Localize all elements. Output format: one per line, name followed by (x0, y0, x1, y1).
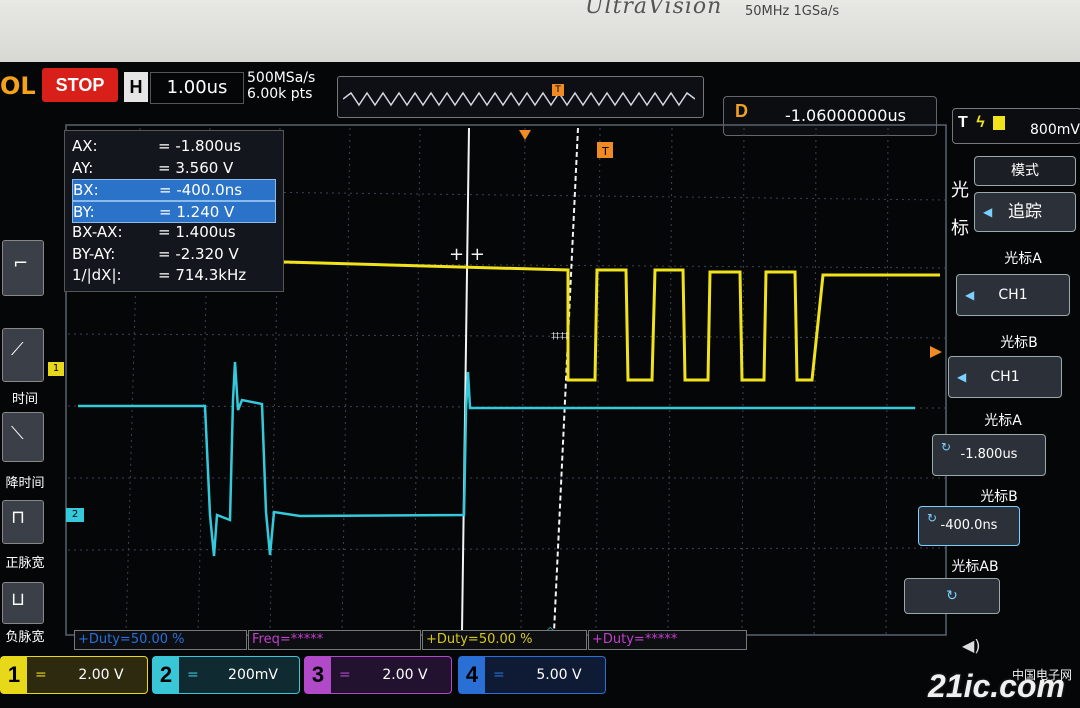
channel-2-scale[interactable]: 2 = 200mV (152, 656, 300, 694)
measure-menu: ⌐ ⟋ 时间 ⟍ 降时间 ⊓ 正脉宽 ⊔ 负脉宽 (0, 120, 52, 650)
cursor-b-title: 光标B (1000, 335, 1038, 351)
readout-value: = -1.800us (158, 137, 242, 155)
readout-value: = -400.0ns (159, 181, 243, 199)
cursor-menu: 光标 模式 ◀ 追踪 光标A ◀ CH1 光标B ◀ CH1 光标A ↻ -1.… (904, 150, 1080, 630)
cursor-readout-row: AY: = 3.560 V (72, 158, 276, 178)
cursor-ab-position[interactable]: ↻ (904, 578, 1000, 614)
cursor-b-pos-title: 光标B (980, 489, 1018, 505)
menu-button-top[interactable]: ⌐ (2, 240, 44, 296)
mode-select[interactable]: ◀ 追踪 (974, 192, 1076, 232)
measurement-item[interactable]: +Duty=50.00 % (74, 630, 247, 650)
channel-number: 1 (1, 657, 27, 693)
channel-3-scale[interactable]: 3 = 2.00 V (304, 656, 452, 694)
readout-value: = 1.240 V (159, 202, 235, 221)
cursor-ab-title: 光标AB (951, 559, 999, 575)
pulse-up-icon: ⌐ (13, 253, 29, 274)
cursor-side-title: 光标 (951, 180, 969, 239)
trigger-position-marker (519, 130, 531, 140)
readout-key: BY: (73, 202, 95, 221)
cursor-a-title: 光标A (1004, 251, 1042, 267)
negative-pulse-icon: ⊔ (11, 589, 26, 610)
knob-icon: ↻ (941, 440, 952, 454)
cursor-readout-row: 1/|dX|: = 714.3kHz (72, 265, 276, 285)
channel-number: 2 (153, 657, 179, 693)
coupling-icon: = (35, 667, 47, 683)
readout-value: = 1.400us (158, 223, 236, 241)
select-arrow-icon: ◀ (965, 288, 975, 302)
readout-key: AY: (72, 158, 94, 177)
menu-button-rise-time[interactable]: ⟋ (2, 328, 44, 382)
measurement-item[interactable]: Freq=***** (248, 630, 421, 650)
fall-time-icon: ⟍ (11, 423, 24, 444)
coupling-icon: = (187, 667, 199, 683)
menu-label-negative-pulse: 负脉宽 (5, 630, 45, 645)
knob-icon: ↻ (946, 588, 958, 604)
cursor-a-pos-title: 光标A (984, 413, 1022, 429)
cursor-readout-row: BY-AY: = -2.320 V (72, 244, 276, 264)
cursor-a-source[interactable]: ◀ CH1 (956, 274, 1070, 316)
readout-key: BX: (73, 181, 99, 199)
ch2-trace (78, 361, 915, 557)
channel-scale-value: 5.00 V (536, 667, 582, 683)
select-arrow-icon: ◀ (957, 370, 967, 384)
menu-label-positive-pulse: 正脉宽 (5, 556, 45, 571)
sound-icon[interactable]: ◀) (962, 636, 981, 655)
rise-time-icon: ⟋ (11, 339, 24, 360)
cursor-readout-row: BX: = -400.0ns (72, 179, 276, 201)
measurement-item[interactable]: +Duty=***** (588, 630, 747, 650)
channel-scale-value: 2.00 V (382, 667, 428, 683)
cursor-readout-row: BY: = 1.240 V (72, 200, 276, 223)
channel-4-scale[interactable]: 4 = 5.00 V (458, 656, 606, 694)
menu-label-fall-time: 降时间 (5, 476, 45, 491)
menu-button-negative-pulse[interactable]: ⊔ (2, 582, 44, 624)
readout-key: BY-AY: (72, 244, 116, 263)
readout-value: = 714.3kHz (158, 266, 247, 284)
cursor-a-position[interactable]: ↻ -1.800us (932, 434, 1046, 476)
channel-scale-value: 200mV (228, 667, 278, 683)
measurement-item[interactable]: +Duty=50.00 % (422, 630, 587, 650)
coupling-icon: = (493, 667, 505, 683)
channel-scale-value: 2.00 V (78, 667, 124, 683)
positive-pulse-icon: ⊓ (11, 507, 26, 528)
ch2-marker[interactable]: 2 (66, 508, 84, 522)
menu-button-positive-pulse[interactable]: ⊓ (2, 500, 44, 544)
menu-label-rise-time: 时间 (11, 392, 38, 407)
cursor-b-position[interactable]: ↻ -400.0ns (918, 506, 1020, 546)
channel-number: 4 (459, 657, 485, 693)
menu-button-fall-time[interactable]: ⟍ (2, 412, 44, 462)
readout-key: AX: (72, 137, 98, 155)
readout-value: = -2.320 V (158, 244, 239, 263)
coupling-icon: = (339, 667, 351, 683)
mode-title: 模式 (974, 156, 1076, 186)
svg-text:T: T (601, 145, 609, 158)
trigger-level-marker (930, 346, 942, 358)
channel-number: 3 (305, 657, 331, 693)
readout-key: BX-AX: (72, 223, 123, 241)
svg-text:+ +: + + (449, 244, 485, 265)
watermark-cn: 中国电子网 (1012, 668, 1073, 682)
knob-icon: ↻ (927, 511, 938, 525)
channel-1-scale[interactable]: 1 = 2.00 V (0, 656, 148, 694)
cursor-b-source[interactable]: ◀ CH1 (948, 356, 1062, 398)
cursor-readout-row: AX: = -1.800us (72, 136, 276, 156)
readout-key: 1/|dX|: (72, 266, 122, 284)
svg-text:⌗⌗: ⌗⌗ (551, 326, 569, 345)
select-arrow-icon: ◀ (983, 205, 993, 219)
cursor-readout-row: BX-AX: = 1.400us (72, 222, 276, 242)
readout-value: = 3.560 V (158, 158, 234, 177)
